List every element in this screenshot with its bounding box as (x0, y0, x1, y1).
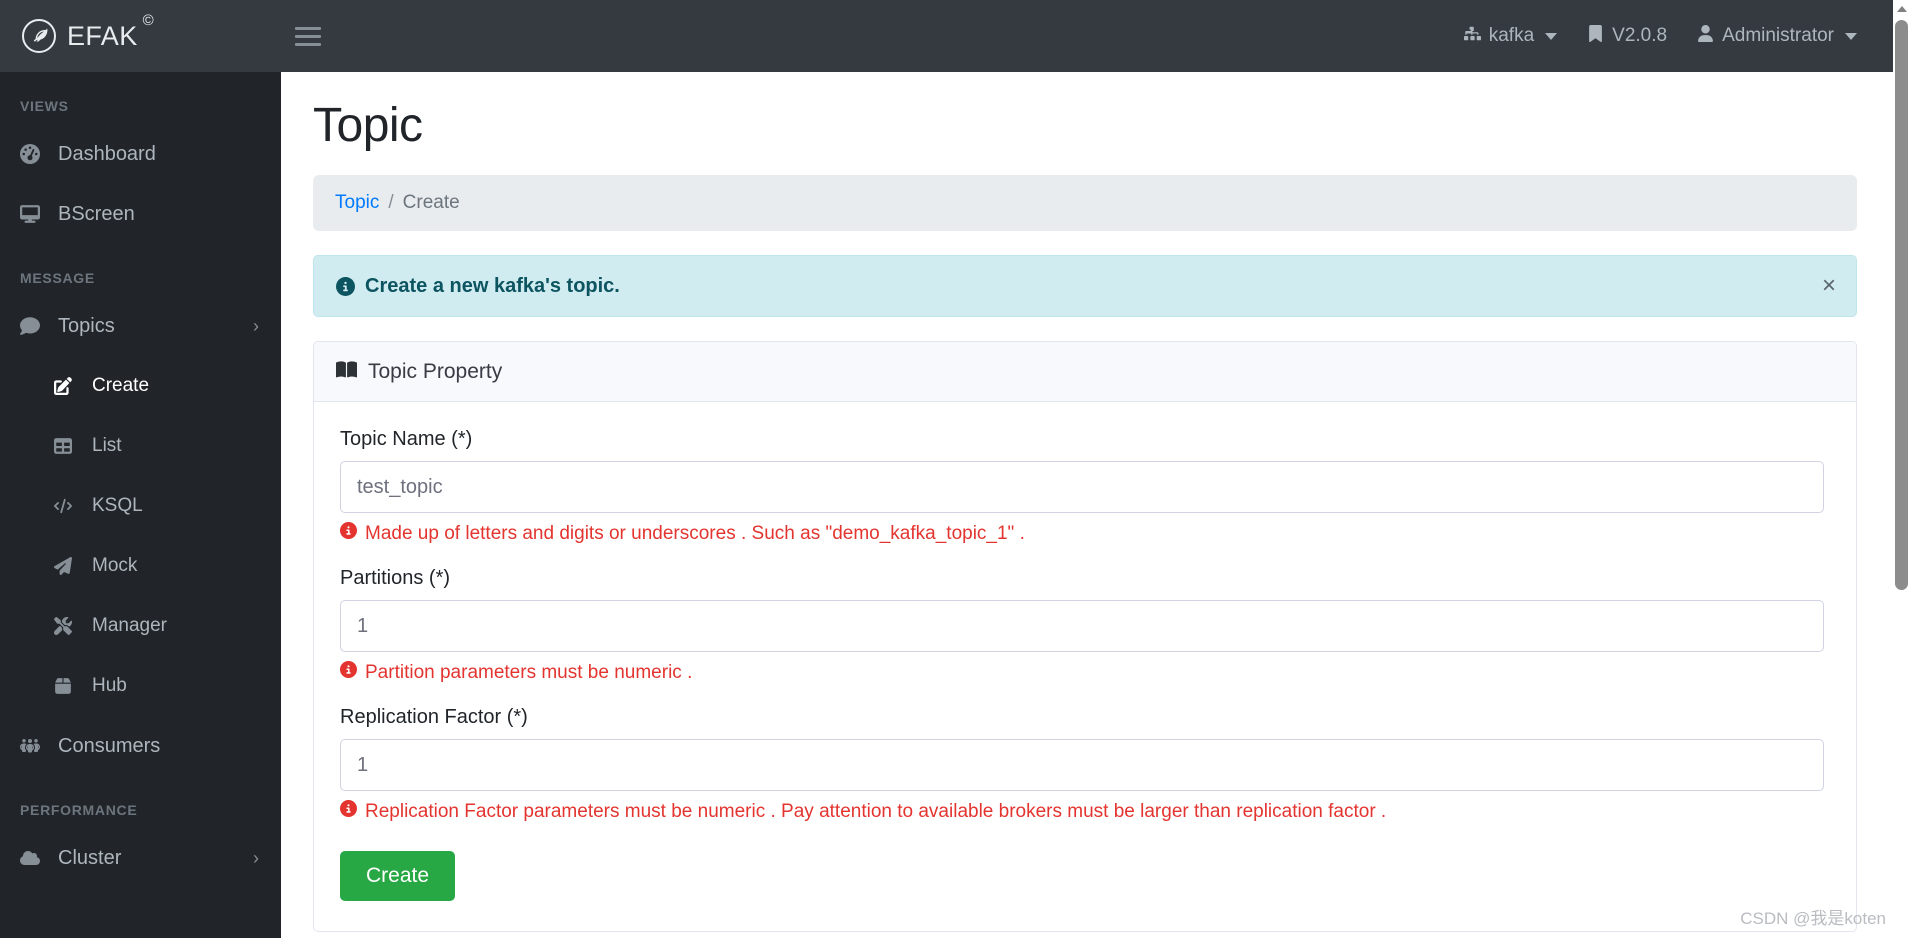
sidebar-item-label: Topics (58, 314, 115, 337)
brand-name: EFAK (67, 20, 138, 51)
sidebar-item-ksql[interactable]: KSQL (0, 476, 281, 536)
sidebar-item-label: Consumers (58, 734, 161, 757)
user-menu[interactable]: Administrator (1697, 24, 1857, 48)
create-button[interactable]: Create (340, 851, 456, 901)
top-navbar: EFAK © kafka V2.0.8 Administrator (0, 0, 1893, 72)
sidebar-item-label: Dashboard (58, 142, 156, 165)
page-scrollbar[interactable] (1893, 0, 1910, 938)
main-content: Topic Topic / Create Create a new kafka'… (281, 72, 1893, 938)
scrollbar-thumb[interactable] (1895, 20, 1908, 590)
partitions-help-text: Partition parameters must be numeric . (365, 661, 693, 683)
replication-factor-input[interactable] (340, 739, 1824, 791)
sitemap-icon (1463, 25, 1481, 48)
sidebar-item-hub[interactable]: Hub (0, 656, 281, 716)
hamburger-icon[interactable] (295, 26, 321, 46)
table-icon (54, 437, 80, 455)
sidebar-item-mock[interactable]: Mock (0, 536, 281, 596)
version-indicator[interactable]: V2.0.8 (1587, 24, 1668, 48)
feather-circle-icon (22, 19, 56, 53)
brand-area[interactable]: EFAK © (0, 0, 281, 72)
brand-copyright: © (142, 12, 154, 29)
code-icon (54, 497, 80, 515)
field-group-replication-factor: Replication Factor (*) Replication Facto… (340, 706, 1824, 823)
page-title: Topic (313, 99, 423, 152)
sidebar-item-consumers[interactable]: Consumers (0, 716, 281, 776)
topic-name-input[interactable] (340, 461, 1824, 513)
scroll-up-arrow-icon[interactable] (1893, 0, 1910, 17)
sidebar-item-dashboard[interactable]: Dashboard (0, 124, 281, 184)
error-circle-icon (340, 661, 357, 684)
edit-square-icon (54, 377, 80, 395)
cluster-label: kafka (1488, 25, 1535, 46)
topic-name-help: Made up of letters and digits or undersc… (340, 522, 1824, 545)
sidebar-item-topics[interactable]: Topics › (0, 296, 281, 356)
partitions-label: Partitions (*) (340, 567, 451, 589)
replication-factor-label: Replication Factor (*) (340, 706, 528, 728)
error-circle-icon (340, 800, 357, 823)
desktop-icon (20, 204, 46, 224)
field-group-partitions: Partitions (*) Partition parameters must… (340, 567, 1824, 684)
sidebar-item-manager[interactable]: Manager (0, 596, 281, 656)
topic-property-card: Topic Property Topic Name (*) Made up of… (313, 341, 1857, 932)
card-header: Topic Property (314, 342, 1856, 402)
info-circle-icon (336, 276, 355, 296)
sidebar-item-label: List (92, 435, 122, 456)
sidebar-item-label: KSQL (92, 495, 143, 516)
sidebar-item-label: Create (92, 375, 150, 396)
breadcrumb: Topic / Create (313, 175, 1857, 231)
close-icon[interactable]: × (1822, 274, 1836, 298)
card-title: Topic Property (368, 359, 503, 383)
card-body: Topic Name (*) Made up of letters and di… (314, 402, 1856, 931)
breadcrumb-link-topic[interactable]: Topic (335, 192, 379, 214)
sidebar-item-label: Cluster (58, 846, 122, 869)
version-label: V2.0.8 (1612, 25, 1668, 46)
partitions-input[interactable] (340, 600, 1824, 652)
field-group-topic-name: Topic Name (*) Made up of letters and di… (340, 428, 1824, 545)
alert-message: Create a new kafka's topic. (365, 274, 620, 297)
sidebar-item-cluster[interactable]: Cluster › (0, 828, 281, 888)
breadcrumb-separator: / (388, 192, 394, 213)
sidebar-item-list[interactable]: List (0, 416, 281, 476)
info-alert: Create a new kafka's topic. × (313, 255, 1857, 317)
cloud-icon (20, 848, 46, 868)
breadcrumb-current: Create (402, 192, 460, 213)
cluster-selector[interactable]: kafka (1463, 25, 1558, 48)
comment-icon (20, 316, 46, 336)
bookmark-icon (1587, 24, 1604, 48)
sidebar: VIEWS Dashboard BScreen MESSAGE Topics ›… (0, 72, 281, 938)
topbar-right-group: kafka V2.0.8 Administrator (1463, 24, 1893, 48)
replication-factor-help-text: Replication Factor parameters must be nu… (365, 800, 1387, 822)
topic-name-help-text: Made up of letters and digits or undersc… (365, 522, 1025, 544)
sidebar-heading-message: MESSAGE (20, 270, 95, 286)
watermark: CSDN @我是koten (1740, 909, 1886, 928)
sidebar-item-label: BScreen (58, 202, 135, 225)
sidebar-item-label: Mock (92, 555, 138, 576)
box-icon (54, 677, 80, 695)
error-circle-icon (340, 522, 357, 545)
users-icon (20, 736, 46, 756)
sidebar-item-label: Manager (92, 615, 167, 636)
hamburger-bar (295, 34, 321, 38)
book-open-icon (336, 359, 357, 385)
chevron-down-icon (1545, 32, 1558, 40)
sidebar-item-bscreen[interactable]: BScreen (0, 184, 281, 244)
tools-icon (54, 617, 80, 635)
hamburger-bar (295, 42, 321, 46)
chevron-right-icon: › (253, 315, 259, 336)
user-icon (1697, 24, 1714, 48)
sidebar-heading-views: VIEWS (20, 98, 69, 114)
sidebar-heading-performance: PERFORMANCE (20, 802, 138, 818)
sidebar-item-label: Hub (92, 675, 127, 696)
chevron-right-icon: › (253, 847, 259, 868)
tachometer-icon (20, 144, 46, 164)
topic-name-label: Topic Name (*) (340, 428, 473, 450)
hamburger-bar (295, 26, 321, 30)
paper-plane-icon (54, 557, 80, 575)
partitions-help: Partition parameters must be numeric . (340, 661, 1824, 684)
user-label: Administrator (1722, 25, 1834, 46)
chevron-down-icon (1845, 32, 1857, 40)
replication-factor-help: Replication Factor parameters must be nu… (340, 800, 1824, 823)
sidebar-item-create[interactable]: Create (0, 356, 281, 416)
